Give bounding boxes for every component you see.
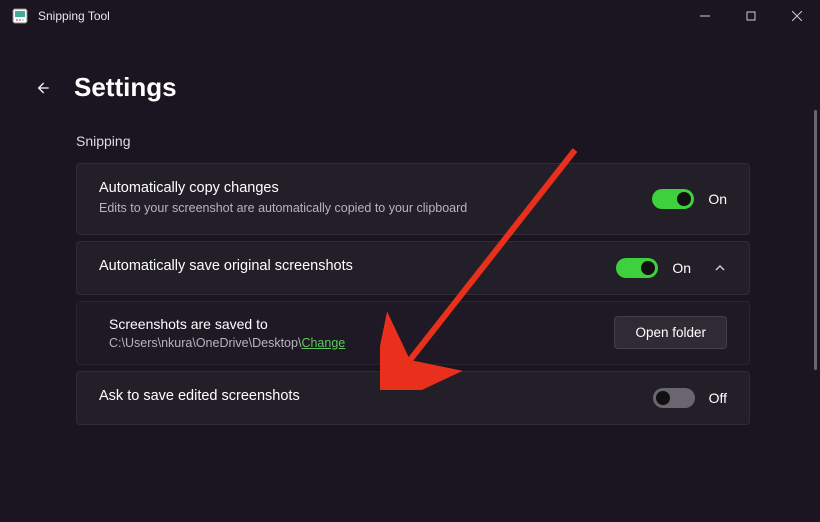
- app-icon: [12, 8, 28, 24]
- auto-save-title: Automatically save original screenshots: [99, 258, 616, 274]
- page-title: Settings: [74, 72, 177, 103]
- maximize-button[interactable]: [728, 0, 774, 32]
- section-snipping-label: Snipping: [76, 133, 750, 149]
- setting-save-location: Screenshots are saved to C:\Users\nkura\…: [76, 301, 750, 365]
- scrollbar[interactable]: [814, 110, 817, 370]
- auto-copy-title: Automatically copy changes: [99, 180, 652, 196]
- title-bar: Snipping Tool: [0, 0, 820, 32]
- save-location-path: C:\Users\nkura\OneDrive\Desktop\: [109, 336, 301, 350]
- auto-copy-state-label: On: [708, 191, 727, 207]
- auto-save-state-label: On: [672, 260, 691, 276]
- change-link[interactable]: Change: [301, 336, 345, 350]
- setting-ask-to-save[interactable]: Ask to save edited screenshots Off: [76, 371, 750, 425]
- ask-to-save-toggle[interactable]: [653, 388, 695, 408]
- window-controls: [682, 0, 820, 32]
- auto-copy-toggle[interactable]: [652, 189, 694, 209]
- back-button[interactable]: [30, 76, 54, 100]
- minimize-button[interactable]: [682, 0, 728, 32]
- setting-auto-save[interactable]: Automatically save original screenshots …: [76, 241, 750, 295]
- setting-auto-copy[interactable]: Automatically copy changes Edits to your…: [76, 163, 750, 235]
- close-button[interactable]: [774, 0, 820, 32]
- ask-to-save-state-label: Off: [709, 390, 727, 406]
- auto-save-toggle[interactable]: [616, 258, 658, 278]
- page-header: Settings: [0, 32, 820, 127]
- ask-to-save-title: Ask to save edited screenshots: [99, 388, 653, 404]
- chevron-up-icon[interactable]: [713, 261, 727, 275]
- auto-copy-subtitle: Edits to your screenshot are automatical…: [99, 200, 652, 218]
- app-title: Snipping Tool: [38, 9, 682, 23]
- open-folder-button[interactable]: Open folder: [614, 316, 727, 349]
- save-location-title: Screenshots are saved to: [109, 316, 614, 332]
